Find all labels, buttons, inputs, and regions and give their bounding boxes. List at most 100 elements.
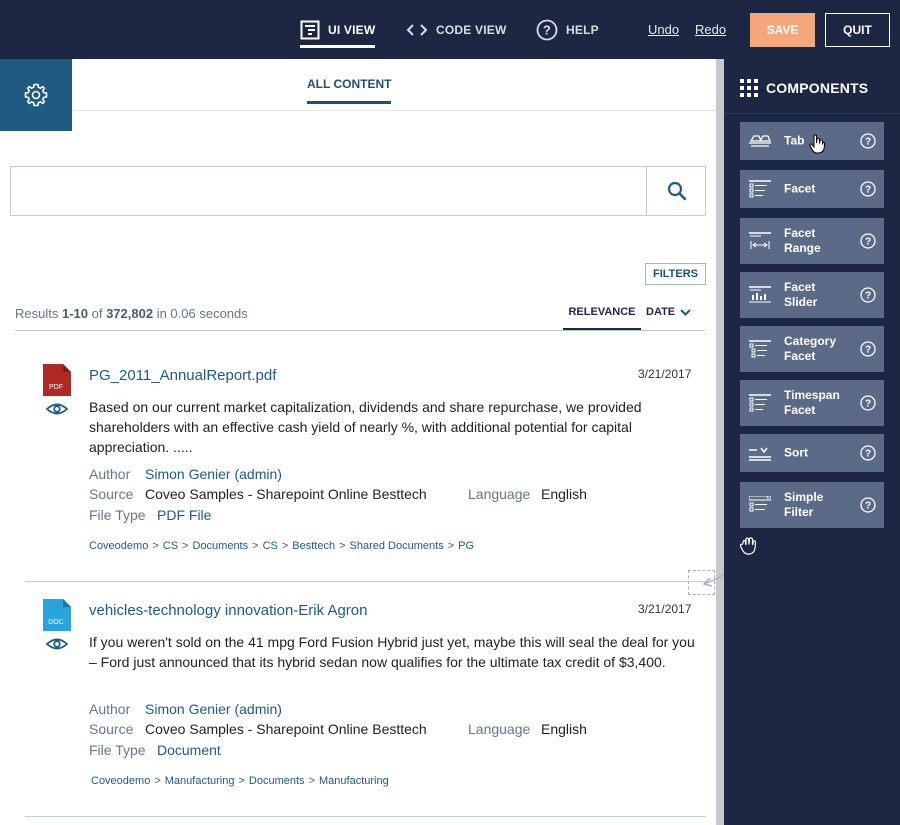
- breadcrumb-item[interactable]: CS: [263, 540, 278, 552]
- facet-icon: [749, 180, 771, 198]
- summary-suffix: in 0.06 seconds: [153, 306, 248, 321]
- result-divider: [25, 816, 706, 817]
- help-icon: ?: [536, 19, 558, 40]
- filters-button[interactable]: FILTERS: [645, 263, 706, 285]
- breadcrumb-item[interactable]: Documents: [249, 775, 305, 787]
- language-value: English: [541, 486, 587, 502]
- divider: [15, 330, 705, 331]
- search-page-preview: ALL CONTENT FILTERS Results 1-10 of 372,…: [0, 59, 716, 825]
- tab-icon: [749, 135, 771, 147]
- result-excerpt: Based on our current market capitalizati…: [89, 399, 642, 455]
- redo-link[interactable]: Redo: [695, 22, 726, 37]
- author-label: Author: [89, 466, 131, 482]
- summary-prefix: Results: [15, 306, 62, 321]
- component-facet[interactable]: Facet ?: [740, 170, 884, 208]
- components-panel: COMPONENTS Tab ? Facet ? Facet Range ? Fa…: [724, 59, 900, 825]
- component-facet-range[interactable]: Facet Range ?: [740, 218, 884, 264]
- component-category-facet[interactable]: Category Facet ?: [740, 326, 884, 372]
- components-header: COMPONENTS: [740, 79, 868, 97]
- breadcrumb-item[interactable]: Coveodemo: [89, 540, 148, 552]
- help-tab[interactable]: ? HELP: [536, 0, 599, 59]
- gear-icon: [24, 83, 48, 107]
- tab-all-content[interactable]: ALL CONTENT: [307, 77, 392, 104]
- doc-badge-text: DOC: [48, 619, 64, 626]
- code-view-label: CODE VIEW: [436, 22, 507, 37]
- component-simple-filter[interactable]: Simple Filter ?: [740, 482, 884, 528]
- save-button[interactable]: SAVE: [750, 13, 815, 47]
- help-icon[interactable]: ?: [860, 133, 876, 149]
- svg-text:?: ?: [865, 185, 871, 196]
- divider: [724, 113, 900, 114]
- component-label: Category Facet: [784, 334, 837, 363]
- component-label: Timespan Facet: [784, 388, 840, 417]
- ui-view-tab[interactable]: UI VIEW: [300, 0, 376, 59]
- settings-button[interactable]: [0, 59, 72, 131]
- search-icon: [667, 181, 686, 201]
- filetype-link[interactable]: Document: [157, 742, 221, 758]
- sort-date[interactable]: DATE: [646, 306, 691, 318]
- result-date: 3/21/2017: [638, 602, 692, 616]
- language-value: English: [541, 721, 587, 737]
- author-link[interactable]: Simon Genier (admin): [145, 466, 282, 482]
- component-label: Simple Filter: [784, 490, 824, 519]
- search-button[interactable]: [646, 167, 706, 215]
- code-icon: [406, 23, 428, 36]
- result-divider: [25, 581, 706, 582]
- scrollbar-thumb[interactable]: [716, 59, 724, 825]
- component-label: Facet: [784, 181, 816, 196]
- pdf-file-icon: PDF: [43, 364, 71, 396]
- help-icon[interactable]: ?: [860, 341, 876, 357]
- result-title-link[interactable]: PG_2011_AnnualReport.pdf: [89, 367, 276, 384]
- grab-hand-cursor-icon: [739, 537, 757, 555]
- component-label: Facet Range: [784, 226, 821, 255]
- component-timespan-facet[interactable]: Timespan Facet ?: [740, 380, 884, 426]
- breadcrumb-item[interactable]: CS: [163, 540, 178, 552]
- ui-view-label: UI VIEW: [328, 22, 376, 37]
- results-summary: Results 1-10 of 372,802 in 0.06 seconds: [15, 306, 248, 321]
- help-icon[interactable]: ?: [860, 395, 876, 411]
- code-view-tab[interactable]: CODE VIEW: [406, 0, 506, 59]
- author-link[interactable]: Simon Genier (admin): [145, 701, 282, 717]
- undo-link[interactable]: Undo: [648, 22, 679, 37]
- sort-relevance[interactable]: RELEVANCE: [563, 306, 641, 330]
- component-sort[interactable]: Sort ?: [740, 434, 884, 472]
- filetype-link[interactable]: PDF File: [157, 507, 211, 523]
- breadcrumb-item[interactable]: Shared Documents: [350, 540, 444, 552]
- component-label: Sort: [784, 445, 808, 460]
- source-label: Source: [89, 721, 134, 737]
- chevron-down-icon: [680, 308, 691, 316]
- svg-text:?: ?: [865, 291, 871, 302]
- source-label: Source: [89, 486, 134, 502]
- svg-text:?: ?: [865, 399, 871, 410]
- quickview-eye-icon[interactable]: [46, 402, 68, 416]
- component-label: Tab: [784, 133, 805, 148]
- source-value: Coveo Samples - Sharepoint Online Bestte…: [145, 486, 427, 502]
- sort-date-label: DATE: [646, 306, 676, 318]
- component-facet-slider[interactable]: Facet Slider ?: [740, 272, 884, 318]
- quit-button[interactable]: QUIT: [825, 13, 890, 47]
- breadcrumb-item[interactable]: Manufacturing: [165, 775, 235, 787]
- help-icon[interactable]: ?: [860, 181, 876, 197]
- breadcrumb-item[interactable]: Coveodemo: [91, 775, 150, 787]
- summary-total: 372,802: [106, 306, 154, 321]
- breadcrumb: Coveodemo > Manufacturing > Documents > Manufa…: [91, 775, 389, 787]
- breadcrumb-item[interactable]: PG: [458, 540, 474, 552]
- author-label: Author: [89, 701, 131, 717]
- help-icon[interactable]: ?: [860, 497, 876, 513]
- quickview-eye-icon[interactable]: [46, 637, 68, 651]
- help-icon[interactable]: ?: [860, 287, 876, 303]
- language-label: Language: [468, 721, 531, 737]
- doc-file-icon: DOC: [43, 599, 71, 631]
- result-excerpt: If you weren't sold on the 41 mpg Ford F…: [89, 634, 695, 670]
- pdf-badge-text: PDF: [49, 384, 63, 391]
- help-icon[interactable]: ?: [860, 445, 876, 461]
- search-input[interactable]: [11, 167, 646, 215]
- filetype-label: File Type: [89, 507, 146, 523]
- timespan-facet-icon: [749, 394, 771, 412]
- search-box: [10, 166, 706, 216]
- help-icon[interactable]: ?: [860, 233, 876, 249]
- result-title-link[interactable]: vehicles-technology innovation-Erik Agro…: [89, 602, 368, 619]
- breadcrumb-item[interactable]: Manufacturing: [319, 775, 389, 787]
- breadcrumb-item[interactable]: Besttech: [292, 540, 335, 552]
- breadcrumb-item[interactable]: Documents: [192, 540, 248, 552]
